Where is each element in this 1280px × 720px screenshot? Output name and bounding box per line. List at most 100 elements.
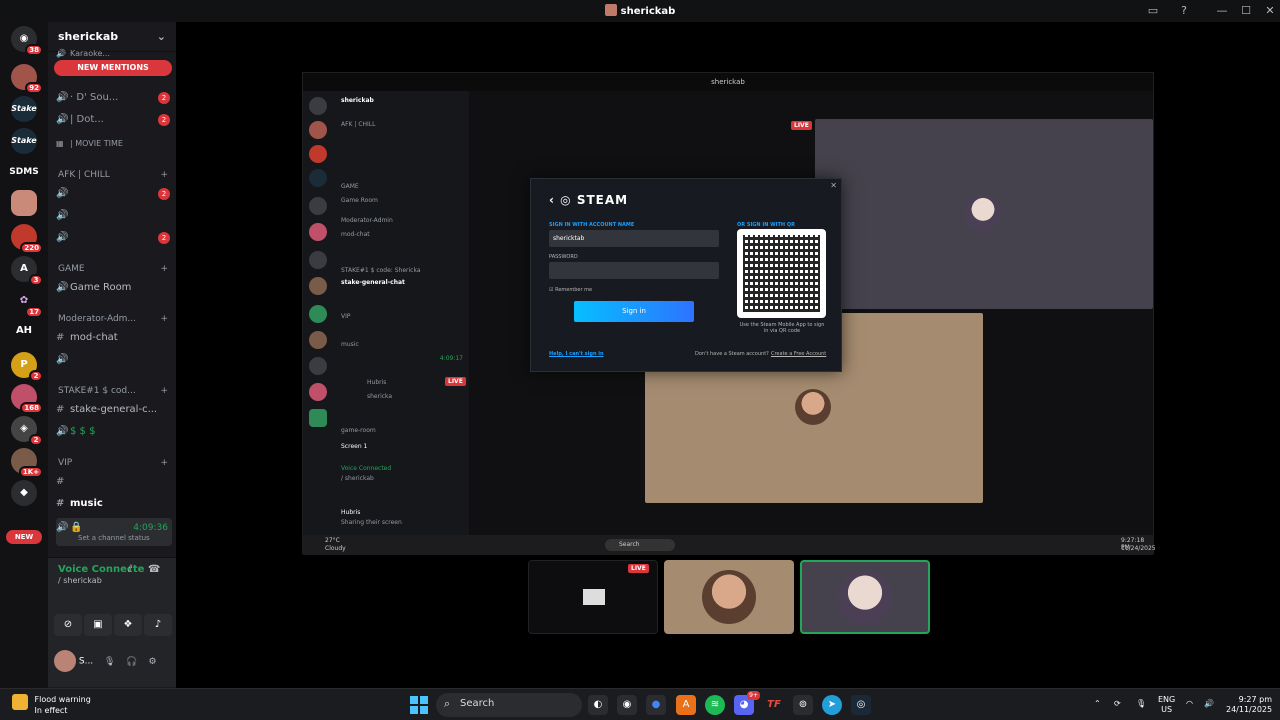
remember-row[interactable]: ☑ Remember me xyxy=(549,287,592,293)
category-moderator[interactable]: Moderator-Adm... + xyxy=(58,314,172,324)
speaker-icon: 🔊 xyxy=(56,282,69,293)
plus-icon[interactable]: + xyxy=(160,314,168,324)
channel-music[interactable]: # music xyxy=(56,494,172,514)
telegram-icon[interactable]: ➤ xyxy=(822,695,842,715)
server-sdms-icon[interactable]: SDMS xyxy=(9,159,39,185)
app-icon[interactable]: ◐ xyxy=(588,695,608,715)
taskbar-search[interactable]: ⌕ Search xyxy=(436,693,582,717)
voice-channel-sub[interactable]: / sherickab xyxy=(58,576,102,585)
app-icon[interactable]: A xyxy=(676,695,696,715)
volume-icon[interactable]: 🔊 xyxy=(1204,699,1214,709)
new-unreads-pill[interactable]: NEW xyxy=(6,530,42,544)
participant-thumbnail[interactable] xyxy=(664,560,794,634)
channel-game-room[interactable]: 🔊 Game Room xyxy=(56,278,172,298)
checkbox-icon[interactable]: ☑ xyxy=(549,287,553,293)
server-stake-icon[interactable]: Stake xyxy=(11,96,37,122)
app-icon[interactable]: ◉ xyxy=(617,695,637,715)
help-link[interactable]: Help, I can't sign in xyxy=(549,351,604,357)
plus-icon[interactable]: + xyxy=(160,170,168,180)
close-button[interactable]: ✕ xyxy=(1262,3,1278,19)
channel-dot[interactable]: 🔊 | Dot... 2 xyxy=(56,110,172,130)
channel-afk-2[interactable]: 🔊 xyxy=(56,206,172,226)
clock[interactable]: 9:27 pm 24/11/2025 xyxy=(1226,695,1272,715)
password-field[interactable] xyxy=(549,262,719,279)
plus-icon[interactable]: + xyxy=(160,264,168,274)
channel-movie-time[interactable]: ▦ | MOVIE TIME xyxy=(56,134,172,154)
gear-icon[interactable]: ⚙ xyxy=(148,657,156,667)
wifi-icon[interactable]: ◠ xyxy=(1186,699,1193,709)
avatar xyxy=(54,650,76,672)
channel-dsou[interactable]: 🔊 · D' Sou... 2 xyxy=(56,88,172,108)
speaker-icon: 🔊 xyxy=(56,522,69,533)
activities-button[interactable]: ❖ xyxy=(114,614,142,636)
plus-icon[interactable]: + xyxy=(160,386,168,396)
channel-label: Game Room xyxy=(70,282,132,293)
screen-share-button[interactable]: ▣ xyxy=(84,614,112,636)
start-button[interactable] xyxy=(410,696,428,714)
participant-tile[interactable] xyxy=(815,119,1153,309)
plus-icon[interactable]: + xyxy=(160,458,168,468)
microphone-icon[interactable]: 🎙 xyxy=(104,657,115,667)
language-indicator[interactable]: ENG US xyxy=(1158,695,1175,715)
channel-mod-voice[interactable]: 🔊 xyxy=(56,350,172,370)
close-icon[interactable]: ✕ xyxy=(830,181,837,190)
avatar xyxy=(965,195,1001,231)
spotify-icon[interactable]: ≋ xyxy=(705,695,725,715)
channel-label: stake-general-c... xyxy=(70,404,158,415)
minimize-button[interactable]: — xyxy=(1214,3,1230,19)
disconnect-icon[interactable]: ☎ xyxy=(148,564,160,575)
channel-vip-text[interactable]: # xyxy=(56,472,172,492)
weather-title: Flood warning xyxy=(34,695,91,704)
server-ah-icon[interactable]: AH xyxy=(11,318,37,344)
category-vip[interactable]: VIP + xyxy=(58,458,172,468)
category-afk[interactable]: AFK | CHILL + xyxy=(58,170,172,180)
server-icon[interactable]: ◈ 2 xyxy=(11,416,43,446)
channel-karaoke[interactable]: 🔊 Karaoke... xyxy=(56,48,172,60)
soundboard-button[interactable]: ♪ xyxy=(144,614,172,636)
chevron-up-icon[interactable]: ⌃ xyxy=(1094,699,1101,709)
headphones-icon[interactable]: 🎧 xyxy=(126,657,137,667)
server-icon[interactable]: P2 xyxy=(11,352,43,382)
back-icon[interactable]: ‹ xyxy=(549,193,555,207)
server-icon[interactable]: ◆ xyxy=(11,480,37,506)
discord-home-icon[interactable]: ◉ 38 xyxy=(11,26,43,56)
server-icon[interactable]: A3 xyxy=(11,256,43,286)
set-status-link[interactable]: Set a channel status xyxy=(78,528,150,546)
inbox-icon[interactable]: ▭ xyxy=(1145,3,1161,19)
noise-suppression-icon[interactable]: ⫽ xyxy=(128,564,132,575)
channel-voice-active[interactable]: 🔊 🔒 4:09:36 Set a channel status xyxy=(56,518,172,546)
user-panel[interactable]: S... 🎙 🎧 ⚙ xyxy=(54,650,157,672)
create-account-link[interactable]: Create a Free Account xyxy=(771,351,826,357)
sign-in-button[interactable]: Sign in xyxy=(574,301,694,322)
help-icon[interactable]: ? xyxy=(1176,3,1192,19)
category-game[interactable]: GAME + xyxy=(58,264,172,274)
participant-thumbnail-speaking[interactable] xyxy=(800,560,930,634)
app-icon[interactable]: TF xyxy=(764,695,784,715)
live-badge: LIVE xyxy=(628,564,649,573)
steam-icon[interactable]: ◎ xyxy=(851,695,871,715)
weather-widget[interactable]: Flood warning In effect xyxy=(12,694,91,716)
channel-stake-general[interactable]: # stake-general-c... xyxy=(56,400,172,420)
channel-mod-chat[interactable]: # mod-chat xyxy=(56,328,172,348)
server-icon[interactable]: 168 xyxy=(11,384,43,414)
server-icon[interactable]: 220 xyxy=(11,224,43,254)
camera-off-button[interactable]: ⊘ xyxy=(54,614,82,636)
channel-afk-1[interactable]: 🔊 2 xyxy=(56,184,172,204)
channel-afk-3[interactable]: 🔊 2 xyxy=(56,228,172,248)
microphone-icon[interactable]: 🎙 xyxy=(1136,699,1146,709)
server-avatar-icon[interactable] xyxy=(11,190,37,216)
new-mentions-pill[interactable]: NEW MENTIONS xyxy=(54,60,172,76)
category-stake[interactable]: STAKE#1 $ cod... + xyxy=(58,386,172,396)
server-stake-2-icon[interactable]: Stake xyxy=(11,128,37,154)
sync-icon[interactable]: ⟳ xyxy=(1114,699,1121,709)
server-icon[interactable]: 1K+ xyxy=(11,448,43,478)
channel-stake-voice[interactable]: 🔊 $ $ $ xyxy=(56,422,172,442)
maximize-button[interactable]: ☐ xyxy=(1238,3,1254,19)
inner-voice-sub: / sherickab xyxy=(341,475,374,482)
account-name-field[interactable]: shericktab xyxy=(549,230,719,247)
app-icon[interactable]: ⊚ xyxy=(793,695,813,715)
chrome-icon[interactable]: ● xyxy=(646,695,666,715)
discord-icon[interactable]: ◕ 9+ xyxy=(734,691,760,715)
server-icon[interactable]: ✿ 17 xyxy=(11,288,43,318)
server-icon[interactable]: 92 xyxy=(11,64,43,94)
